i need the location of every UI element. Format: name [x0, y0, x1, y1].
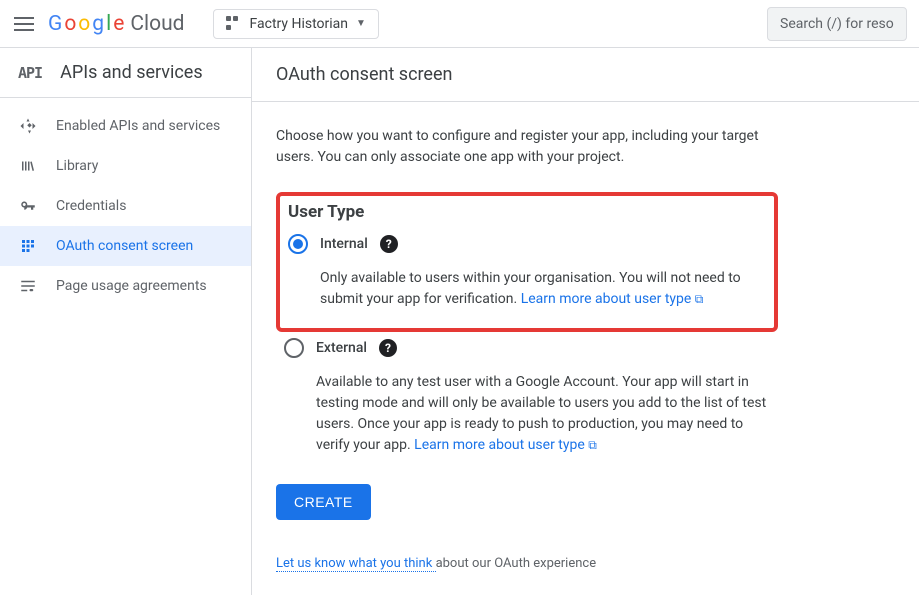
- nav-label: Enabled APIs and services: [56, 118, 220, 134]
- help-icon[interactable]: ?: [379, 339, 397, 357]
- content-header: OAuth consent screen: [252, 48, 919, 102]
- create-button[interactable]: CREATE: [276, 484, 371, 520]
- internal-description: Only available to users within your orga…: [320, 268, 766, 310]
- content-area: OAuth consent screen Choose how you want…: [252, 48, 919, 595]
- feedback-text: about our OAuth experience: [436, 556, 597, 571]
- page-title: OAuth consent screen: [276, 64, 895, 85]
- menu-icon[interactable]: [12, 12, 36, 36]
- logo-cloud-text: Cloud: [130, 12, 184, 36]
- project-name: Factry Historian: [250, 16, 349, 32]
- top-header: Google Cloud Factry Historian ▼ Search (…: [0, 0, 919, 48]
- external-link-icon: ⧉: [588, 436, 597, 454]
- project-selector[interactable]: Factry Historian ▼: [213, 9, 379, 39]
- nav-label: OAuth consent screen: [56, 238, 193, 254]
- nav-label: Library: [56, 158, 98, 174]
- sidebar-item-library[interactable]: Library: [0, 146, 251, 186]
- sidebar-item-oauth-consent[interactable]: OAuth consent screen: [0, 226, 251, 266]
- nav-list: Enabled APIs and services Library Creden…: [0, 98, 251, 306]
- radio-internal[interactable]: [288, 234, 308, 254]
- radio-row: Internal ?: [288, 234, 766, 254]
- content-body: Choose how you want to configure and reg…: [252, 102, 802, 595]
- user-type-heading: User Type: [288, 202, 766, 222]
- learn-more-internal-link[interactable]: Learn more about user type ⧉: [521, 291, 704, 307]
- sidebar-header: API APIs and services: [0, 48, 251, 98]
- google-cloud-logo[interactable]: Google Cloud: [48, 12, 185, 36]
- external-description: Available to any test user with a Google…: [308, 372, 778, 456]
- intro-text: Choose how you want to configure and reg…: [276, 126, 778, 168]
- sidebar-item-credentials[interactable]: Credentials: [0, 186, 251, 226]
- diamond-icon: [18, 116, 38, 136]
- external-link-icon: ⧉: [695, 290, 704, 308]
- sidebar: API APIs and services Enabled APIs and s…: [0, 48, 252, 595]
- main-container: API APIs and services Enabled APIs and s…: [0, 48, 919, 595]
- radio-label-internal: Internal: [320, 236, 368, 252]
- chevron-down-icon: ▼: [356, 18, 366, 29]
- radio-row: External ?: [276, 338, 778, 358]
- help-icon[interactable]: ?: [380, 235, 398, 253]
- radio-label-external: External: [316, 340, 367, 356]
- consent-icon: [18, 236, 38, 256]
- search-input[interactable]: Search (/) for reso: [767, 7, 907, 41]
- sidebar-title: APIs and services: [60, 62, 203, 83]
- radio-option-internal: Internal ? Only available to users withi…: [288, 234, 766, 310]
- library-icon: [18, 156, 38, 176]
- highlight-box: User Type Internal ? Only available to u…: [276, 192, 778, 332]
- nav-label: Page usage agreements: [56, 278, 207, 294]
- radio-option-external: External ? Available to any test user wi…: [276, 338, 778, 456]
- feedback-link[interactable]: Let us know what you think: [276, 556, 436, 572]
- api-icon: API: [18, 64, 42, 82]
- sidebar-item-enabled-apis[interactable]: Enabled APIs and services: [0, 106, 251, 146]
- search-placeholder: Search (/) for reso: [780, 16, 894, 32]
- sidebar-item-page-usage[interactable]: Page usage agreements: [0, 266, 251, 306]
- radio-external[interactable]: [284, 338, 304, 358]
- feedback-line: Let us know what you think about our OAu…: [276, 556, 778, 571]
- nav-label: Credentials: [56, 198, 126, 214]
- key-icon: [18, 196, 38, 216]
- gear-icon: [18, 276, 38, 296]
- project-icon: [226, 16, 242, 32]
- learn-more-external-link[interactable]: Learn more about user type ⧉: [414, 437, 597, 453]
